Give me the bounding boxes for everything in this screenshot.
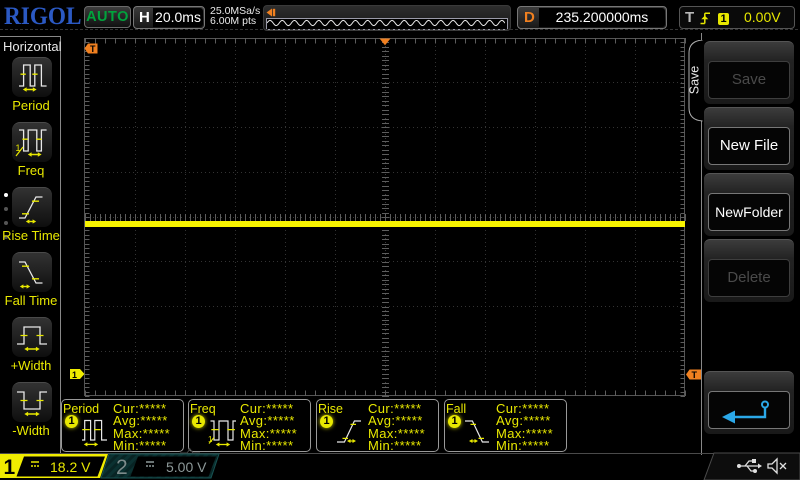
svg-text:T: T [692, 370, 698, 380]
svg-text:2: 2 [116, 456, 128, 479]
svg-text:1: 1 [4, 456, 16, 479]
svg-text:Save: Save [688, 66, 702, 95]
svg-text:T: T [90, 44, 96, 54]
svg-text:5.00 V: 5.00 V [166, 459, 207, 475]
svg-text:1: 1 [72, 370, 77, 380]
svg-text:18.2 V: 18.2 V [50, 459, 91, 475]
